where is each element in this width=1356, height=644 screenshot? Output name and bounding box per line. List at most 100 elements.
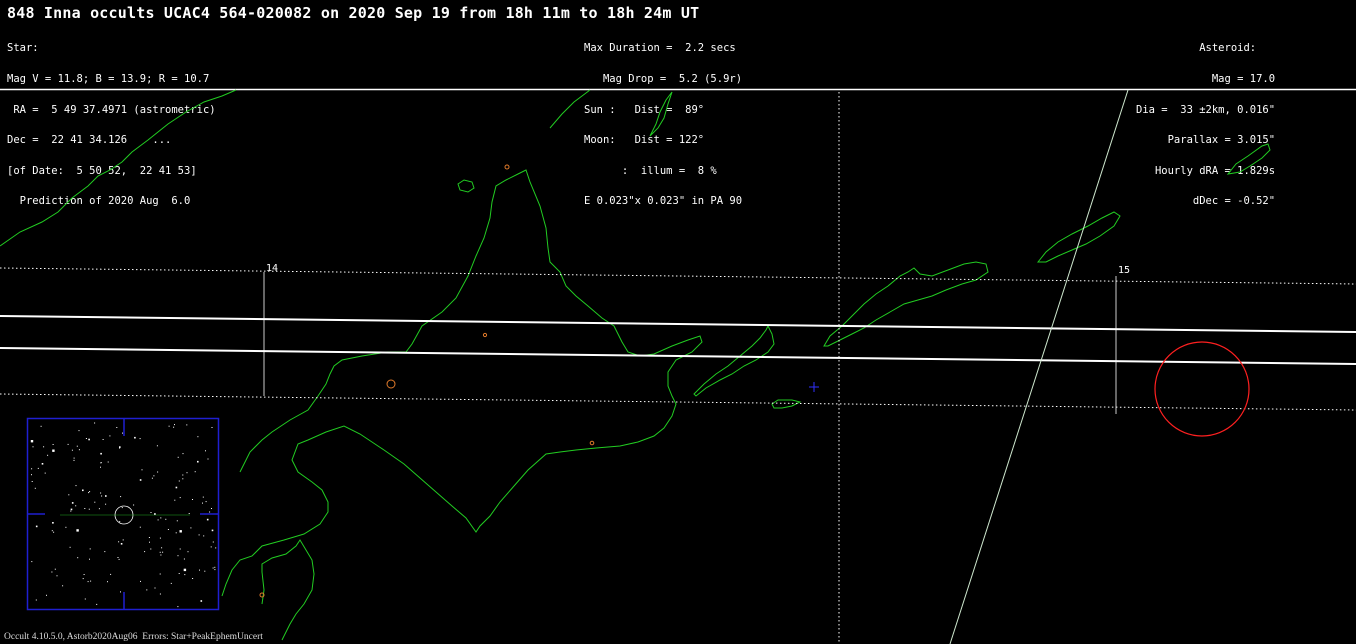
inset-star [105,495,107,497]
inset-star [70,510,72,512]
inset-star [182,453,184,455]
inset-star [151,477,153,479]
inset-star [214,566,216,568]
time-ticks [263,272,1117,414]
inset-star [94,501,96,503]
inset-star [77,557,79,559]
north-limit-line [0,267,1356,285]
inset-star [141,469,143,471]
inset-star [34,487,36,489]
coastline-main-island [221,169,703,597]
site-marker-1 [504,164,510,170]
inset-star [102,439,104,440]
inset-star [146,589,148,591]
site-marker-2 [482,332,488,338]
inset-star [96,603,98,605]
inset-star [70,508,73,511]
center-cross-icon [809,382,819,392]
inset-star [170,582,172,584]
inset-star [40,425,42,427]
inset-star [159,551,161,553]
site-marker-3 [386,379,396,389]
inset-star [154,587,156,589]
path-south-edge [0,347,1356,365]
inset-star [120,496,122,498]
inset-star [107,461,109,463]
inset-star [157,471,159,473]
inset-star [89,491,91,493]
inset-star [44,472,46,474]
inset-star [56,575,58,577]
inset-star [198,534,200,536]
inset-star [52,522,54,524]
coastline-far-east-2 [1226,143,1271,175]
inset-star [161,547,163,549]
inset-star [160,554,162,556]
inset-star [139,479,142,481]
inset-star [100,466,101,468]
inset-star [134,436,136,439]
inset-star [31,561,33,563]
inset-star [76,445,78,447]
inset-star [140,580,141,582]
inset-star [192,499,193,500]
inset-star [209,511,211,513]
inset-star [205,450,206,452]
inset-star [51,530,53,532]
inset-star [89,558,90,560]
inset-star [177,606,179,608]
inset-star [214,569,216,571]
site-marker-4 [589,440,595,446]
inset-star [190,527,192,529]
inset-star [199,569,200,571]
inset-star [120,543,123,545]
inset-star [82,578,84,580]
inset-star [116,427,118,428]
inset-star [119,521,121,523]
inset-star [47,454,49,456]
coastline-north-1 [549,89,591,129]
inset-star [88,438,90,441]
inset-star [154,513,156,515]
inset-star [51,571,53,573]
inset-star [43,446,45,448]
inset-star [148,537,150,538]
inset-star [88,492,90,494]
star-field-inset [26,417,220,611]
inset-star [174,499,176,501]
inset-star [52,449,55,452]
inset-star [120,591,121,593]
observer-sites [259,164,595,598]
inset-star [65,526,67,528]
inset-star [149,541,150,543]
coastline-far-east [1036,211,1121,263]
inset-star [31,474,32,476]
inset-star [110,573,112,575]
coastline-islet-1 [457,179,475,193]
inset-star [194,471,196,473]
inset-star [85,438,87,439]
inset-star [167,529,169,530]
inset-star [183,558,185,560]
inset-star [122,432,123,434]
inset-star [157,519,159,521]
inset-star [177,456,179,458]
inset-star [107,581,108,583]
inset-star [82,489,84,492]
inset-star [37,467,39,469]
inset-frame [26,417,220,611]
inset-star [206,518,209,521]
inset-star [182,474,184,476]
inset-star [67,443,69,445]
inset-star [52,444,54,445]
inset-star [173,426,175,428]
inset-star [62,585,64,587]
coastline-northwest [0,89,237,247]
inset-star [75,485,77,487]
inset-star [162,551,164,553]
inset-star [84,598,86,600]
inset-star [84,508,86,509]
inset-star [121,507,123,509]
inset-star [159,573,161,575]
inset-star [197,436,199,438]
